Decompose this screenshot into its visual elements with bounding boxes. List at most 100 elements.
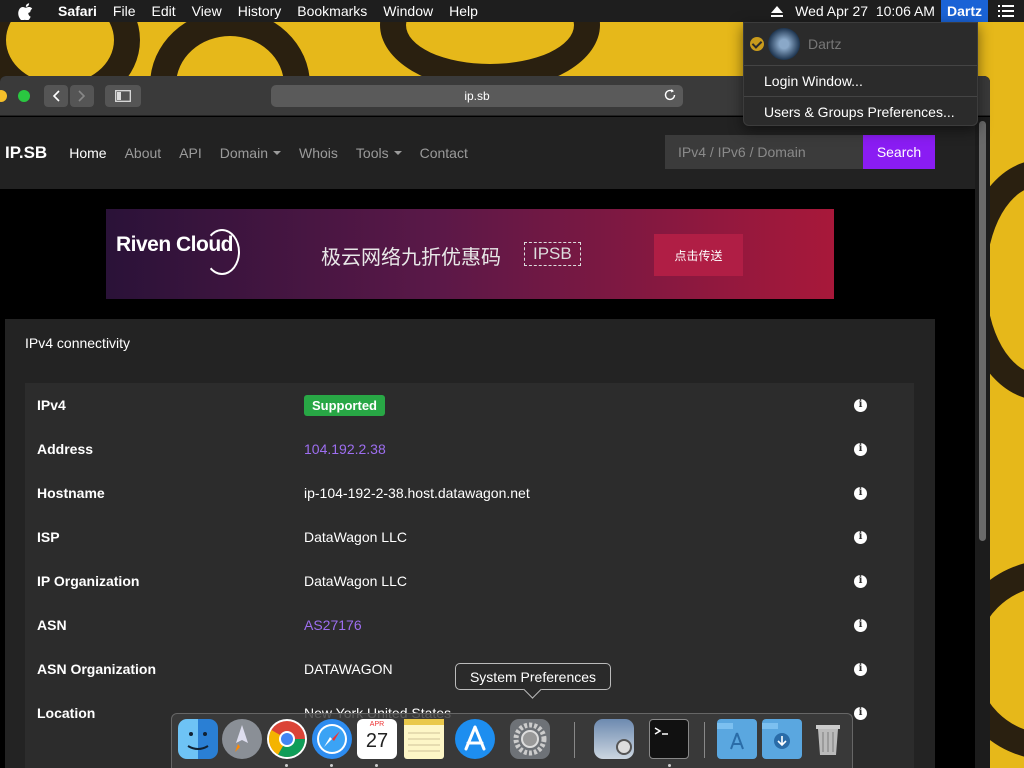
safari-icon[interactable] [312,719,352,759]
banner-promo-text: 极云网络九折优惠码 [321,247,501,269]
menu-edit[interactable]: Edit [151,3,175,19]
row-key: ASN [37,617,67,633]
row-value: Supported [304,395,385,416]
reload-icon[interactable] [663,88,677,105]
nav-api[interactable]: API [179,145,202,161]
trash-icon[interactable] [808,719,848,759]
row-key: IP Organization [37,573,140,589]
launchpad-icon[interactable] [222,719,262,759]
dock-separator [574,722,575,758]
preview-icon[interactable] [594,719,634,759]
menu-clock[interactable]: Wed Apr 27 10:06 AM [795,3,935,19]
nav-domain[interactable]: Domain [220,145,281,161]
menu-history[interactable]: History [238,3,282,19]
address-bar-url: ip.sb [464,89,490,103]
caret-down-icon [273,151,281,155]
info-icon[interactable]: i [854,662,867,676]
table-row: Address 104.192.2.38 i [25,427,914,471]
nav-whois[interactable]: Whois [299,145,338,161]
running-indicator [285,764,288,767]
nav-contact[interactable]: Contact [420,145,468,161]
terminal-icon[interactable] [649,719,689,759]
banner-logo-arc [204,229,240,275]
system-preferences-icon[interactable] [510,719,550,759]
minimize-button[interactable] [0,90,7,102]
promo-banner[interactable]: Riven Cloud 极云网络九折优惠码 IPSB 点击传送 [106,209,834,299]
calendar-day: 27 [365,730,389,752]
info-icon[interactable]: i [854,486,867,500]
info-icon[interactable]: i [854,574,867,588]
forward-button[interactable] [70,85,94,107]
login-window-item[interactable]: Login Window... [744,66,977,96]
ipv4-connectivity-card: IPv4 connectivity IPv4 Supported i Addre… [5,319,935,768]
menu-window[interactable]: Window [383,3,433,19]
caret-down-icon [393,151,402,155]
info-icon[interactable]: i [854,706,867,720]
row-key: Address [37,441,94,457]
downloads-folder-icon[interactable] [762,719,802,759]
table-row: ISP DataWagon LLC i [25,515,914,559]
eject-icon[interactable] [771,5,784,17]
info-icon[interactable]: i [854,398,867,412]
calendar-month: APR [369,721,385,728]
apple-menu-icon[interactable] [18,2,40,20]
info-icon[interactable]: i [854,442,867,456]
connectivity-table: IPv4 Supported i Address 104.192.2.38 i … [25,383,914,768]
row-value: DataWagon LLC [304,573,407,589]
user-avatar [768,28,800,60]
fast-user-switch-menu[interactable]: Dartz [940,0,988,22]
menu-help[interactable]: Help [449,3,478,19]
nav-whois-label: Whois [299,145,338,161]
scrollbar-thumb[interactable] [979,121,986,541]
banner-promo-code: IPSB [524,242,581,266]
site-brand[interactable]: IP.SB [5,143,47,163]
app-store-icon[interactable] [455,719,495,759]
dock-tooltip: System Preferences [455,663,611,690]
info-icon[interactable]: i [854,530,867,544]
menu-view[interactable]: View [192,3,222,19]
zoom-button[interactable] [18,90,30,102]
table-row: IPv4 Supported i [25,383,914,427]
nav-tools-label: Tools [355,145,389,161]
chrome-icon[interactable] [267,719,307,759]
current-user-row[interactable]: Dartz [744,23,977,65]
search-button[interactable]: Search [863,135,935,169]
notification-center-icon[interactable] [988,5,1024,17]
nav-home[interactable]: Home [69,145,106,161]
row-value: DATAWAGON [304,661,393,677]
calendar-icon[interactable]: APR 27 [357,719,397,759]
ip-search-input[interactable] [665,135,863,169]
users-groups-preferences-item[interactable]: Users & Groups Preferences... [744,97,977,127]
nav-about-label: About [124,145,162,161]
back-button[interactable] [44,85,68,107]
asn-link[interactable]: AS27176 [304,617,362,633]
finder-icon[interactable] [178,719,218,759]
table-row: IP Organization DataWagon LLC i [25,559,914,603]
menu-file[interactable]: File [113,3,136,19]
row-key: IPv4 [37,397,66,413]
row-key: Location [37,705,96,721]
card-title: IPv4 connectivity [25,335,131,351]
nav-tools[interactable]: Tools [356,145,402,161]
address-link[interactable]: 104.192.2.38 [304,441,386,457]
menu-app-name[interactable]: Safari [58,3,97,19]
row-value: ip-104-192-2-38.host.datawagon.net [304,485,530,501]
applications-folder-icon[interactable] [717,719,757,759]
nav-about[interactable]: About [125,145,162,161]
chevron-left-icon [52,90,60,102]
address-bar[interactable]: ip.sb [271,85,683,107]
dock-separator [704,722,705,758]
menu-bookmarks[interactable]: Bookmarks [297,3,367,19]
sidebar-icon [115,90,131,102]
running-indicator [330,764,333,767]
site-navbar: IP.SB Home About API Domain Whois Tools … [0,117,975,189]
chevron-right-icon [78,90,86,102]
banner-cta-button[interactable]: 点击传送 [654,234,743,276]
sidebar-toggle-button[interactable] [105,85,141,107]
table-row: ASN AS27176 i [25,603,914,647]
table-row: Hostname ip-104-192-2-38.host.datawagon.… [25,471,914,515]
info-icon[interactable]: i [854,618,867,632]
row-key: Hostname [37,485,105,501]
page-scrollbar[interactable] [975,117,990,768]
notes-icon[interactable] [404,719,444,759]
